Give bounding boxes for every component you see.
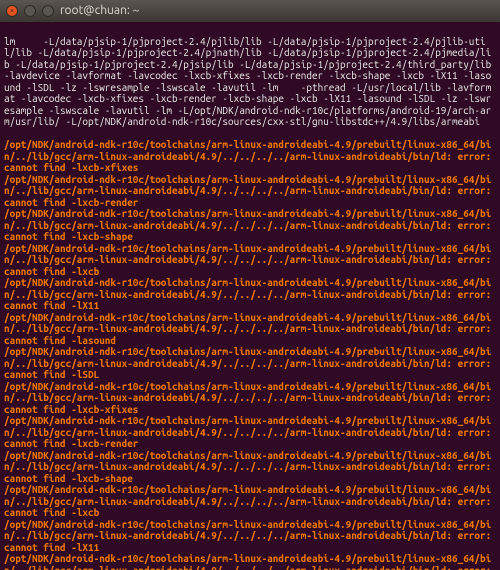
ld-error-line: /opt/NDK/android-ndk-r10c/toolchains/arm… bbox=[4, 243, 496, 278]
ld-error-line: /opt/NDK/android-ndk-r10c/toolchains/arm… bbox=[4, 381, 496, 416]
ld-error-line: /opt/NDK/android-ndk-r10c/toolchains/arm… bbox=[4, 346, 496, 381]
minimize-icon[interactable] bbox=[24, 5, 36, 17]
maximize-icon[interactable] bbox=[42, 5, 54, 17]
window-title: root@chuan: ~ bbox=[60, 4, 139, 18]
ld-error-line: /opt/NDK/android-ndk-r10c/toolchains/arm… bbox=[4, 139, 496, 174]
ld-error-line: /opt/NDK/android-ndk-r10c/toolchains/arm… bbox=[4, 450, 496, 485]
titlebar: × root@chuan: ~ bbox=[0, 0, 500, 22]
ld-error-line: /opt/NDK/android-ndk-r10c/toolchains/arm… bbox=[4, 553, 496, 570]
terminal-output[interactable]: lm -L/data/pjsip-1/pjproject-2.4/pjlib/l… bbox=[0, 22, 500, 570]
ld-error-line: /opt/NDK/android-ndk-r10c/toolchains/arm… bbox=[4, 312, 496, 347]
ld-error-line: /opt/NDK/android-ndk-r10c/toolchains/arm… bbox=[4, 415, 496, 450]
close-icon[interactable]: × bbox=[6, 5, 18, 17]
compile-flags-line: lm -L/data/pjsip-1/pjproject-2.4/pjlib/l… bbox=[4, 36, 496, 128]
ld-error-line: /opt/NDK/android-ndk-r10c/toolchains/arm… bbox=[4, 174, 496, 209]
ld-error-line: /opt/NDK/android-ndk-r10c/toolchains/arm… bbox=[4, 484, 496, 519]
ld-error-line: /opt/NDK/android-ndk-r10c/toolchains/arm… bbox=[4, 277, 496, 312]
ld-error-line: /opt/NDK/android-ndk-r10c/toolchains/arm… bbox=[4, 519, 496, 554]
ld-error-line: /opt/NDK/android-ndk-r10c/toolchains/arm… bbox=[4, 208, 496, 243]
